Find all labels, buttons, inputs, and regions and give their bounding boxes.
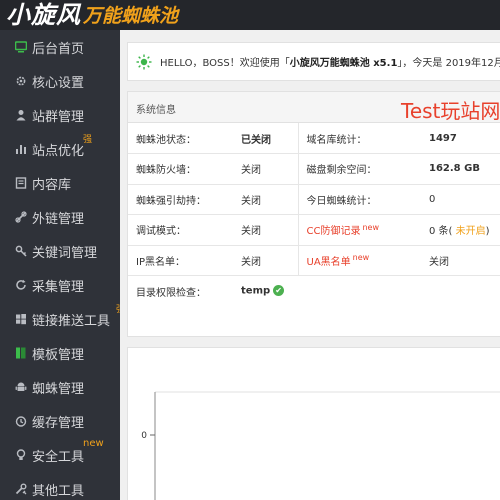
- sidebar-item-collection[interactable]: 采集管理: [0, 268, 120, 302]
- sidebar-item-label: 后台首页: [32, 41, 85, 57]
- table-row: 蜘蛛池状态： 已关闭 域名库统计： 1497: [128, 123, 500, 154]
- spider-pool-status-value: 已关闭: [233, 123, 299, 154]
- sidebar-item-link-push[interactable]: 链接推送工具强: [0, 302, 125, 336]
- android-icon: [14, 380, 28, 394]
- ua-blacklist-link[interactable]: UA黑名单 new: [298, 245, 421, 276]
- dir-permission-value: temp ✔: [233, 276, 298, 307]
- monitor-icon: [14, 40, 28, 54]
- sun-icon: [136, 54, 152, 69]
- today-spider-label: 今日蜘蛛统计：: [298, 184, 421, 215]
- app-window: 小旋风 万能蜘蛛池 后台首页 核心设置 站群管理 站点优化强 内容库 外链管理: [0, 0, 500, 500]
- sidebar: 后台首页 核心设置 站群管理 站点优化强 内容库 外链管理 关键词管理 采集管理…: [0, 30, 125, 500]
- user-icon: [14, 108, 28, 122]
- spider-hijack-label: 蜘蛛强引劫持：: [128, 184, 233, 215]
- panel-header: 系统信息 Test玩站网: [128, 92, 500, 123]
- ua-blacklist-value: 关闭: [421, 245, 500, 276]
- panel-title: 系统信息: [136, 105, 176, 116]
- table-row: 蜘蛛强引劫持： 关闭 今日蜘蛛统计： 0: [128, 184, 500, 215]
- bulb-icon: [14, 448, 28, 462]
- spider-hijack-value: 关闭: [233, 184, 299, 215]
- cc-defense-log-link[interactable]: CC防御记录 new: [298, 214, 421, 246]
- disk-space-label: 磁盘剩余空间：: [298, 153, 421, 185]
- sidebar-item-label: 站群管理: [32, 109, 85, 125]
- sidebar-item-label: 模板管理: [32, 347, 85, 363]
- today-spider-value: 0: [421, 184, 500, 215]
- sidebar-item-label: 站点优化强: [32, 135, 92, 159]
- spider-firewall-label: 蜘蛛防火墙：: [128, 153, 233, 185]
- debug-mode-label: 调试模式：: [128, 214, 233, 246]
- sidebar-item-label: 核心设置: [32, 75, 85, 91]
- sidebar-item-site-optimization[interactable]: 站点优化强: [0, 132, 120, 166]
- debug-mode-value: 关闭: [233, 214, 299, 246]
- ip-blacklist-value: 关闭: [233, 245, 299, 276]
- sidebar-item-other-tools[interactable]: 其他工具: [0, 472, 120, 500]
- spider-chart: 0: [141, 391, 500, 500]
- y-tick-label: 0: [141, 431, 147, 441]
- table-row: 调试模式： 关闭 CC防御记录 new 0 条( 未开启): [128, 214, 500, 246]
- sidebar-item-dashboard[interactable]: 后台首页: [0, 30, 120, 64]
- cc-defense-value: 0 条( 未开启): [421, 214, 500, 246]
- main-content: HELLO，BOSS！欢迎使用「小旋风万能蜘蛛池 x5.1」，今天是 2019年…: [120, 30, 500, 500]
- logo-sub-text: 万能蜘蛛池: [83, 5, 179, 27]
- watermark-text: Test玩站网: [401, 99, 500, 123]
- sidebar-item-label: 关键词管理: [32, 245, 98, 261]
- sidebar-item-external-links[interactable]: 外链管理: [0, 200, 120, 234]
- sidebar-item-label: 链接推送工具强: [32, 305, 125, 329]
- sidebar-item-templates[interactable]: 模板管理: [0, 336, 120, 370]
- bar-chart-icon: [14, 142, 28, 156]
- product-name: 小旋风万能蜘蛛池 x5.1: [289, 58, 398, 69]
- sidebar-item-spiders[interactable]: 蜘蛛管理: [0, 370, 120, 404]
- strong-badge: 强: [83, 134, 93, 145]
- link-icon: [14, 210, 28, 224]
- sidebar-item-label: 内容库: [32, 177, 72, 193]
- spider-pool-status-label: 蜘蛛池状态：: [128, 123, 233, 154]
- table-row: 蜘蛛防火墙： 关闭 磁盘剩余空间： 162.8 GB: [128, 153, 500, 185]
- tools-icon: [14, 482, 28, 496]
- sidebar-item-label: 其他工具: [32, 483, 85, 499]
- table-row: IP黑名单： 关闭 UA黑名单 new 关闭: [128, 245, 500, 276]
- gear-icon: [14, 74, 28, 88]
- refresh-icon: [14, 278, 28, 292]
- domain-stats-label: 域名库统计：: [298, 123, 421, 154]
- table-row: 目录权限检查： temp ✔: [128, 276, 500, 307]
- top-header: 小旋风 万能蜘蛛池: [0, 0, 500, 30]
- disk-space-value: 162.8 GB: [421, 153, 500, 185]
- spider-chart-panel: 0: [127, 347, 500, 500]
- sidebar-item-label: 蜘蛛管理: [32, 381, 85, 397]
- check-circle-icon: ✔: [273, 285, 285, 297]
- sidebar-item-content-library[interactable]: 内容库: [0, 166, 120, 200]
- template-icon: [14, 346, 28, 360]
- welcome-message: HELLO，BOSS！欢迎使用「小旋风万能蜘蛛池 x5.1」，今天是 2019年…: [160, 58, 500, 69]
- sidebar-item-keywords[interactable]: 关键词管理: [0, 234, 120, 268]
- new-badge: new: [362, 222, 380, 232]
- system-info-table: 蜘蛛池状态： 已关闭 域名库统计： 1497 蜘蛛防火墙： 关闭 磁盘剩余空间：…: [128, 123, 500, 306]
- ip-blacklist-label: IP黑名单：: [128, 245, 233, 276]
- sidebar-item-label: 采集管理: [32, 279, 85, 295]
- sidebar-item-label: 外链管理: [32, 211, 85, 227]
- sidebar-item-site-group[interactable]: 站群管理: [0, 98, 120, 132]
- spider-firewall-value: 关闭: [233, 153, 299, 185]
- clock-icon: [14, 414, 28, 428]
- logo-main-text: 小旋风: [6, 0, 81, 29]
- sidebar-item-label: 缓存管理: [32, 415, 85, 431]
- sidebar-item-label: 安全工具 new: [32, 437, 104, 465]
- new-badge: new: [83, 437, 104, 449]
- system-info-panel: 系统信息 Test玩站网 蜘蛛池状态： 已关闭 域名库统计： 1497 蜘蛛防火…: [127, 91, 500, 337]
- sidebar-item-security-tools[interactable]: 安全工具 new: [0, 438, 120, 472]
- new-badge: new: [352, 253, 370, 263]
- dir-permission-label: 目录权限检查：: [136, 287, 206, 299]
- logo[interactable]: 小旋风 万能蜘蛛池: [6, 2, 178, 28]
- domain-stats-value: 1497: [421, 123, 500, 154]
- key-icon: [14, 244, 28, 258]
- windows-icon: [14, 312, 28, 326]
- sidebar-item-cache[interactable]: 缓存管理: [0, 404, 120, 438]
- sidebar-item-core-settings[interactable]: 核心设置: [0, 64, 120, 98]
- document-icon: [14, 176, 28, 190]
- welcome-bar: HELLO，BOSS！欢迎使用「小旋风万能蜘蛛池 x5.1」，今天是 2019年…: [127, 42, 500, 81]
